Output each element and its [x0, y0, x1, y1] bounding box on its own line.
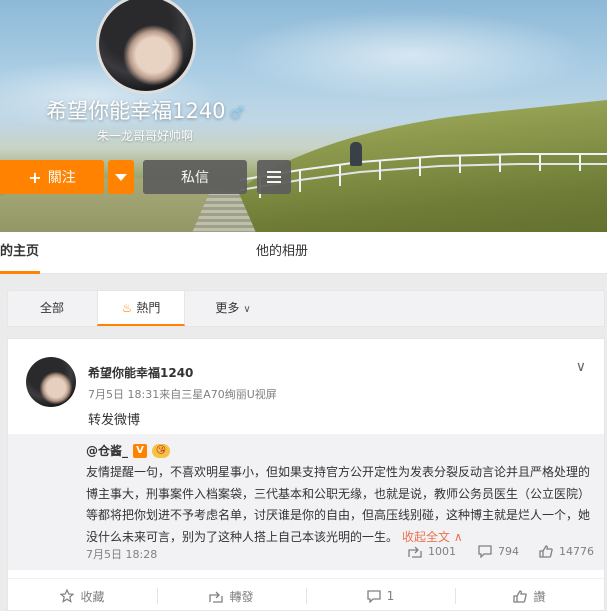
- cover-cloud: [230, 10, 590, 100]
- repost-like-value: 14776: [559, 545, 594, 558]
- post-meta: 7月5日 18:31来自三星A70绚丽U视屏: [88, 388, 277, 401]
- filter-all[interactable]: 全部: [8, 291, 96, 326]
- repost-forward-value: 1001: [428, 545, 456, 558]
- follow-button[interactable]: + 關注: [0, 160, 104, 194]
- comment-count: 1: [386, 589, 395, 603]
- post-card: 希望你能幸福1240 7月5日 18:31来自三星A70绚丽U视屏 ∨ 转发微博…: [7, 338, 605, 611]
- repost-body-text: 友情提醒一句，不喜欢明星事小，但如果支持官方公开定性为发表分裂反动言论并且严格处…: [86, 465, 591, 544]
- forward-button[interactable]: 轉發: [157, 579, 306, 611]
- collapse-link[interactable]: 收起全文 ∧: [402, 530, 463, 544]
- profile-name: 希望你能幸福1240 ♂: [0, 95, 290, 125]
- repost-author[interactable]: @仓酱_: [86, 442, 128, 459]
- chevron-down-icon: ∨: [243, 304, 251, 315]
- filter-more[interactable]: 更多 ∨: [198, 291, 268, 326]
- repost-comment-value: 794: [498, 545, 519, 558]
- repost-body: 友情提醒一句，不喜欢明星事小，但如果支持官方公开定性为发表分裂反动言论并且严格处…: [86, 462, 594, 548]
- forward-icon: [408, 546, 422, 558]
- plus-icon: +: [28, 167, 42, 187]
- male-icon: ♂: [229, 103, 244, 122]
- repost-date: 7月5日 18:28: [86, 548, 158, 561]
- filter-more-label: 更多: [215, 301, 240, 315]
- message-button[interactable]: 私信: [143, 160, 247, 194]
- member-badge-icon: 😘: [152, 443, 171, 458]
- verified-badge-icon: V: [133, 443, 148, 458]
- star-icon: [60, 589, 75, 603]
- repost-header: @仓酱_ V 😘: [86, 442, 171, 459]
- profile-tabs: 的主页 他的相册: [0, 232, 607, 274]
- thumbs-up-icon: [539, 545, 553, 558]
- menu-icon: [267, 171, 281, 173]
- forward-label: 轉發: [229, 589, 254, 604]
- comment-button[interactable]: 1: [306, 579, 455, 611]
- post-options-chevron-icon[interactable]: ∨: [576, 359, 586, 375]
- repost-like-count[interactable]: 14776: [539, 545, 594, 558]
- more-menu-button[interactable]: [257, 160, 291, 194]
- thumbs-up-icon: [513, 589, 528, 603]
- tab-home[interactable]: 的主页: [0, 232, 40, 274]
- profile-cover: 希望你能幸福1240 ♂ 朱一龙哥哥好帅啊 + 關注 私信: [0, 0, 607, 232]
- chevron-up-icon: ∧: [453, 529, 463, 544]
- collapse-label: 收起全文: [402, 529, 451, 544]
- post-text: 转发微博: [88, 413, 141, 428]
- post-action-bar: 收藏 轉發 1 讚: [8, 578, 604, 611]
- filter-hot-label: 熱門: [136, 301, 161, 315]
- comment-icon: [367, 589, 381, 603]
- forward-icon: [209, 591, 224, 603]
- repost-forward-count[interactable]: 1001: [408, 545, 456, 558]
- follow-dropdown-button[interactable]: [108, 160, 134, 194]
- comment-icon: [478, 545, 492, 558]
- cover-fence: [240, 153, 607, 198]
- cover-person: [350, 142, 362, 166]
- profile-description: 朱一龙哥哥好帅啊: [96, 129, 193, 143]
- collect-button[interactable]: 收藏: [8, 579, 157, 611]
- chevron-down-icon: [115, 173, 127, 181]
- post-author-name[interactable]: 希望你能幸福1240: [88, 364, 193, 381]
- collect-label: 收藏: [80, 589, 105, 604]
- follow-label: 關注: [47, 170, 76, 186]
- feed-filter-bar: 全部 ♨ 熱門 更多 ∨: [7, 290, 605, 327]
- fire-icon: ♨: [121, 301, 133, 315]
- menu-icon-bar: [267, 181, 281, 183]
- reposted-content: @仓酱_ V 😘 友情提醒一句，不喜欢明星事小，但如果支持官方公开定性为发表分裂…: [8, 434, 604, 570]
- tab-album[interactable]: 他的相册: [256, 232, 308, 274]
- repost-comment-count[interactable]: 794: [478, 545, 519, 558]
- like-button[interactable]: 讚: [455, 579, 604, 611]
- post-author-avatar[interactable]: [26, 357, 76, 407]
- menu-icon-bar: [267, 176, 281, 178]
- profile-name-text: 希望你能幸福1240: [46, 99, 226, 123]
- filter-hot[interactable]: ♨ 熱門: [97, 291, 185, 326]
- like-label: 讚: [533, 589, 546, 604]
